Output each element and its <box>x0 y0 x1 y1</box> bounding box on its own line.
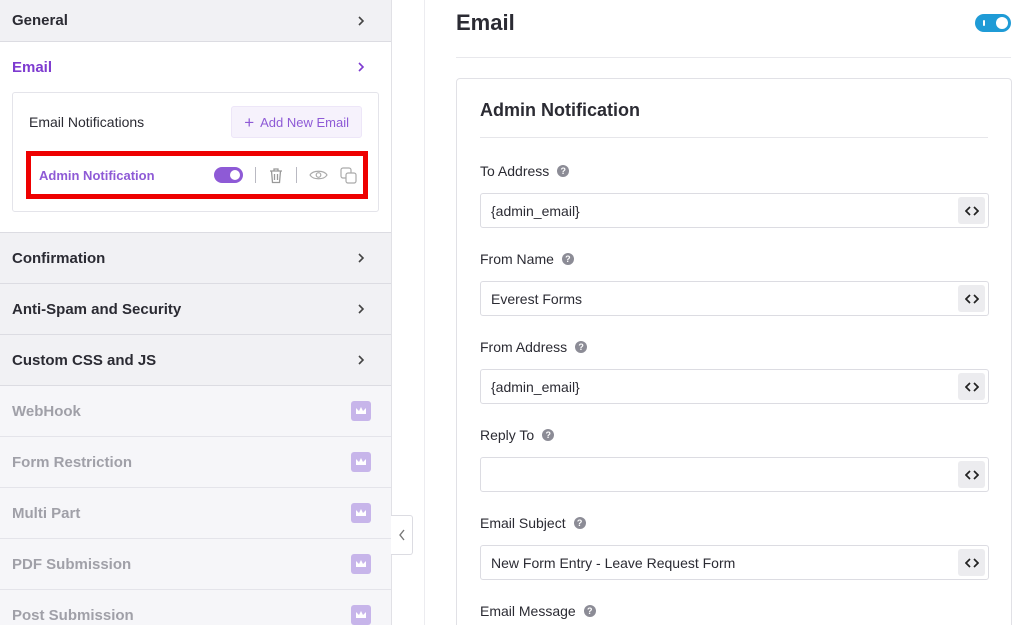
code-icon <box>964 381 979 392</box>
chevron-right-icon <box>355 354 367 366</box>
from-address-value: {admin_email} <box>491 378 580 395</box>
help-icon[interactable]: ? <box>542 429 555 441</box>
section-webhook[interactable]: WebHook <box>0 386 391 437</box>
settings-sidebar: General Email Email Notifications + Add … <box>0 0 392 625</box>
collapse-sidebar-button[interactable] <box>391 515 413 555</box>
reply-to-label: Reply To <box>480 427 535 443</box>
duplicate-icon[interactable] <box>340 166 357 184</box>
card-title: Admin Notification <box>480 79 988 138</box>
notification-toggle[interactable] <box>214 167 243 183</box>
smart-tags-button[interactable] <box>958 549 985 576</box>
section-multi-part[interactable]: Multi Part <box>0 488 391 539</box>
chevron-right-icon <box>355 15 367 27</box>
section-multi-part-label: Multi Part <box>12 504 81 522</box>
section-general[interactable]: General <box>0 0 391 42</box>
email-settings-panel: Email Admin Notification To Address ? {a… <box>424 0 1028 625</box>
crown-icon <box>351 554 371 574</box>
field-email-subject: Email Subject ? New Form Entry - Leave R… <box>480 513 989 580</box>
from-name-value: Everest Forms <box>491 290 583 307</box>
crown-icon <box>351 605 371 625</box>
from-name-label: From Name <box>480 251 554 267</box>
field-reply-to: Reply To ? <box>480 425 989 492</box>
smart-tags-button[interactable] <box>958 285 985 312</box>
field-from-address: From Address ? {admin_email} <box>480 337 989 404</box>
help-icon[interactable]: ? <box>575 341 588 353</box>
notification-name: Admin Notification <box>39 167 155 183</box>
help-icon[interactable]: ? <box>583 605 596 617</box>
divider <box>255 167 256 183</box>
section-webhook-label: WebHook <box>12 402 81 420</box>
section-anti-spam-label: Anti-Spam and Security <box>12 300 182 318</box>
crown-icon <box>351 401 371 421</box>
help-icon[interactable]: ? <box>557 165 570 177</box>
page-title: Email <box>456 9 515 35</box>
section-confirmation[interactable]: Confirmation <box>0 233 391 284</box>
plus-icon: + <box>244 112 255 132</box>
code-icon <box>964 557 979 568</box>
section-pdf-submission-label: PDF Submission <box>12 555 132 573</box>
to-address-value: {admin_email} <box>491 202 580 219</box>
code-icon <box>964 469 979 480</box>
panel-header: Email <box>456 0 1011 58</box>
section-form-restriction[interactable]: Form Restriction <box>0 437 391 488</box>
chevron-right-icon <box>355 303 367 315</box>
notification-item-admin[interactable]: Admin Notification <box>26 151 368 199</box>
from-address-input[interactable]: {admin_email} <box>480 369 989 404</box>
divider <box>296 167 297 183</box>
help-icon[interactable]: ? <box>561 253 574 265</box>
section-custom-css-js[interactable]: Custom CSS and JS <box>0 335 391 386</box>
from-name-input[interactable]: Everest Forms <box>480 281 989 316</box>
from-address-label: From Address <box>480 339 568 355</box>
email-message-label: Email Message <box>480 603 576 619</box>
chevron-right-icon <box>355 61 367 73</box>
help-icon[interactable]: ? <box>573 517 586 529</box>
email-notifications-card: Email Notifications + Add New Email Admi… <box>12 92 379 212</box>
section-form-restriction-label: Form Restriction <box>12 453 133 471</box>
section-custom-css-js-label: Custom CSS and JS <box>12 351 157 369</box>
smart-tags-button[interactable] <box>958 373 985 400</box>
add-new-email-button[interactable]: + Add New Email <box>231 106 362 138</box>
field-from-name: From Name ? Everest Forms <box>480 249 989 316</box>
email-subject-label: Email Subject <box>480 515 566 531</box>
email-subject-value: New Form Entry - Leave Request Form <box>491 554 736 571</box>
smart-tags-button[interactable] <box>958 197 985 224</box>
field-to-address: To Address ? {admin_email} <box>480 161 989 228</box>
section-confirmation-label: Confirmation <box>12 249 106 267</box>
section-email-header[interactable]: Email <box>12 42 379 92</box>
section-email-label: Email <box>12 58 53 76</box>
code-icon <box>964 205 979 216</box>
code-icon <box>964 293 979 304</box>
chevron-left-icon <box>398 529 405 541</box>
add-new-email-label: Add New Email <box>260 114 349 130</box>
section-anti-spam[interactable]: Anti-Spam and Security <box>0 284 391 335</box>
smart-tags-button[interactable] <box>958 461 985 488</box>
trash-icon[interactable] <box>268 167 284 184</box>
section-post-submission-label: Post Submission <box>12 606 134 624</box>
crown-icon <box>351 452 371 472</box>
email-notifications-title: Email Notifications <box>29 114 145 130</box>
to-address-input[interactable]: {admin_email} <box>480 193 989 228</box>
email-subject-input[interactable]: New Form Entry - Leave Request Form <box>480 545 989 580</box>
section-post-submission[interactable]: Post Submission <box>0 590 391 625</box>
admin-notification-card: Admin Notification To Address ? {admin_e… <box>456 78 1012 625</box>
section-general-label: General <box>12 12 68 29</box>
reply-to-input[interactable] <box>480 457 989 492</box>
to-address-label: To Address <box>480 163 550 179</box>
section-email: Email Email Notifications + Add New Emai… <box>0 42 391 233</box>
field-email-message: Email Message ? <box>480 601 989 621</box>
eye-icon[interactable] <box>309 169 328 181</box>
chevron-right-icon <box>355 252 367 264</box>
crown-icon <box>351 503 371 523</box>
email-enable-toggle[interactable] <box>975 13 1011 32</box>
section-pdf-submission[interactable]: PDF Submission <box>0 539 391 590</box>
